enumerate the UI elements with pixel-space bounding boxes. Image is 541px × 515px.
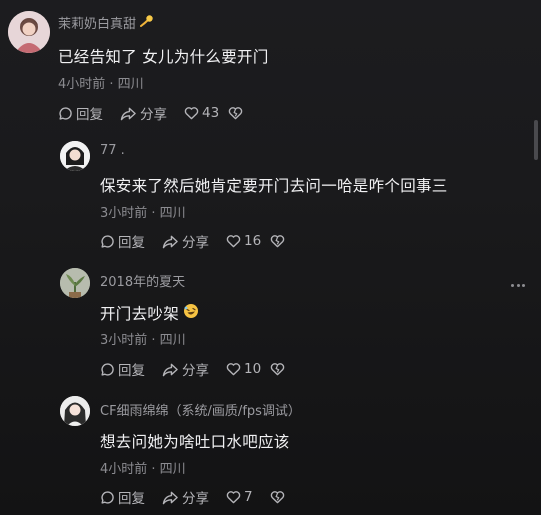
reply-icon <box>101 234 114 248</box>
reply-button[interactable]: 回复 <box>100 487 162 507</box>
like-button[interactable]: 10 <box>226 361 270 377</box>
comment-text: 已经告知了 女儿为什么要开门 <box>58 48 269 66</box>
reply-label: 回复 <box>118 363 145 379</box>
comment-text: 想去问她为啥吐口水吧应该 <box>100 433 290 451</box>
reply-label: 回复 <box>118 235 145 251</box>
share-label: 分享 <box>182 491 209 507</box>
comment-time-location: 4小时前 · 四川 <box>100 462 186 477</box>
like-button[interactable]: 16 <box>226 233 270 249</box>
dislike-button[interactable] <box>270 362 290 376</box>
comment-actions: 回复 分享 10 <box>100 359 290 379</box>
avatar[interactable] <box>60 396 90 426</box>
avatar[interactable] <box>60 268 90 298</box>
share-button[interactable]: 分享 <box>162 231 226 251</box>
more-options-button[interactable] <box>508 279 528 291</box>
more-dot-icon <box>516 283 520 287</box>
share-icon <box>120 107 136 120</box>
dislike-button[interactable] <box>270 234 290 248</box>
author-name[interactable]: 77 . <box>100 143 125 158</box>
comment-time-location: 4小时前 · 四川 <box>58 77 144 92</box>
comment-actions: 回复 分享 7 <box>100 487 290 507</box>
author-name[interactable]: 茉莉奶白真甜 <box>58 13 154 32</box>
more-dot-icon <box>511 283 514 287</box>
comment-time-location: 3小时前 · 四川 <box>100 333 186 348</box>
share-button[interactable]: 分享 <box>162 487 226 507</box>
avatar[interactable] <box>8 11 50 53</box>
more-dot-icon <box>522 283 525 287</box>
author-name[interactable]: 2018年的夏天 <box>100 271 185 290</box>
broken-heart-icon <box>270 235 285 248</box>
reply-icon <box>101 490 114 504</box>
like-count: 7 <box>244 489 253 505</box>
share-button[interactable]: 分享 <box>162 359 226 379</box>
like-count: 16 <box>244 233 262 249</box>
comment-text: 开门去吵架 <box>100 302 199 324</box>
reply-button[interactable]: 回复 <box>58 103 120 123</box>
reply-button[interactable]: 回复 <box>100 231 162 251</box>
share-icon <box>162 235 178 248</box>
reply-icon <box>59 106 72 120</box>
broken-heart-icon <box>270 491 285 504</box>
dislike-button[interactable] <box>228 106 248 120</box>
scrollbar[interactable] <box>534 120 538 160</box>
broken-heart-icon <box>228 107 243 120</box>
reply-label: 回复 <box>118 491 145 507</box>
share-icon <box>162 491 178 504</box>
avatar[interactable] <box>60 141 90 171</box>
dislike-button[interactable] <box>270 490 290 504</box>
like-count: 43 <box>202 105 220 121</box>
like-button[interactable]: 43 <box>184 105 228 121</box>
share-icon <box>162 363 178 376</box>
heart-icon <box>226 491 241 504</box>
comment-text: 保安来了然后她肯定要开门去问一哈是咋个回事三 <box>100 177 448 195</box>
author-name[interactable]: CF细雨绵绵（系统/画质/fps调试） <box>100 400 301 419</box>
reply-icon <box>101 362 114 376</box>
like-count: 10 <box>244 361 262 377</box>
like-button[interactable]: 7 <box>226 489 270 505</box>
shooting-star-emoji-icon <box>140 14 154 32</box>
heart-icon <box>184 107 199 120</box>
comment-actions: 回复 分享 16 <box>100 231 290 251</box>
share-label: 分享 <box>140 107 167 123</box>
heart-icon <box>226 235 241 248</box>
share-label: 分享 <box>182 235 209 251</box>
comment-actions: 回复 分享 43 <box>58 103 248 123</box>
share-button[interactable]: 分享 <box>120 103 184 123</box>
reply-button[interactable]: 回复 <box>100 359 162 379</box>
comment-time-location: 3小时前 · 四川 <box>100 206 186 221</box>
reply-label: 回复 <box>76 107 103 123</box>
comment-section: 茉莉奶白真甜 已经告知了 女儿为什么要开门 4小时前 · 四川 回复 分享 43 <box>0 0 541 515</box>
share-label: 分享 <box>182 363 209 379</box>
rolling-laughing-emoji-icon <box>183 303 199 323</box>
broken-heart-icon <box>270 363 285 376</box>
heart-icon <box>226 363 241 376</box>
